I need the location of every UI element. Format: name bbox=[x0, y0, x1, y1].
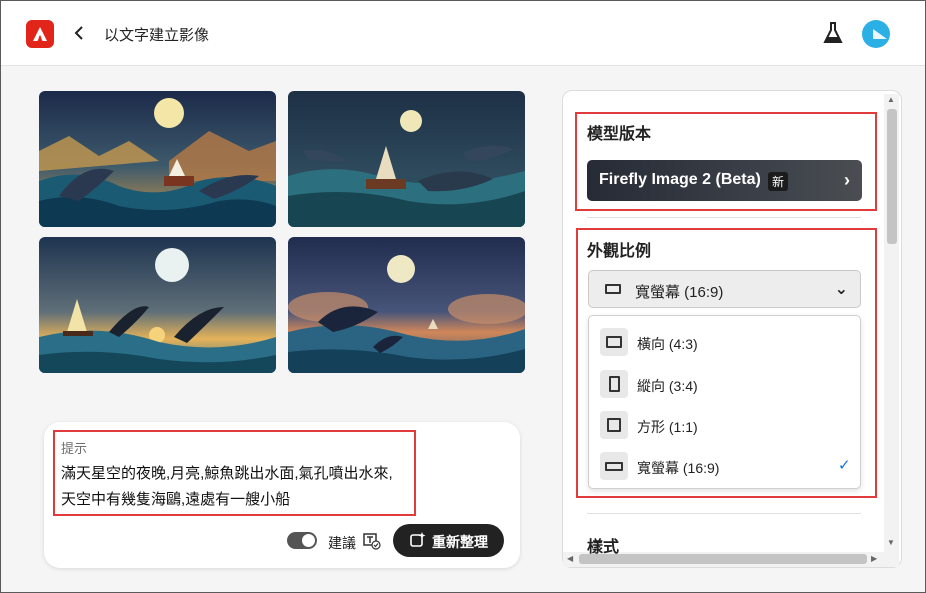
horizontal-scroll-thumb[interactable] bbox=[579, 554, 867, 564]
flask-icon[interactable] bbox=[823, 21, 843, 45]
aspect-option-label: 橫向 (4:3) bbox=[637, 336, 698, 352]
vertical-scroll-thumb[interactable] bbox=[887, 109, 897, 244]
landscape-ratio-icon bbox=[600, 328, 628, 356]
suggestion-label: 建議 bbox=[328, 535, 356, 551]
aspect-option-label: 寬螢幕 (16:9) bbox=[637, 460, 720, 476]
section-divider bbox=[587, 513, 861, 514]
text-suggest-icon[interactable] bbox=[363, 532, 381, 550]
scroll-left-arrow-icon[interactable]: ◀ bbox=[567, 554, 573, 563]
new-badge: 新 bbox=[768, 172, 789, 191]
prompt-label: 提示 bbox=[61, 441, 88, 456]
generated-image-3[interactable] bbox=[39, 237, 276, 373]
aspect-ratio-menu: 橫向 (4:3) 縱向 (3:4) 方形 (1:1) 寬螢幕 (16:9) ✓ bbox=[588, 315, 861, 489]
prompt-line-2: 天空中有幾隻海鷗,遠處有一艘小船 bbox=[61, 491, 291, 508]
widescreen-ratio-icon bbox=[600, 452, 628, 480]
suggestion-toggle[interactable] bbox=[287, 532, 317, 549]
model-name: Firefly Image 2 (Beta) bbox=[599, 171, 761, 188]
aspect-option-square[interactable]: 方形 (1:1) bbox=[589, 405, 860, 445]
scroll-down-arrow-icon[interactable]: ▼ bbox=[887, 538, 895, 547]
refresh-button[interactable]: 重新整理 bbox=[393, 524, 504, 557]
aspect-option-landscape[interactable]: 橫向 (4:3) bbox=[589, 322, 860, 362]
app-header: 以文字建立影像 bbox=[1, 1, 925, 66]
aspect-option-label: 方形 (1:1) bbox=[637, 419, 698, 435]
model-version-title: 模型版本 bbox=[587, 126, 652, 143]
page-title: 以文字建立影像 bbox=[104, 27, 210, 44]
widescreen-ratio-icon bbox=[605, 284, 621, 294]
aspect-option-widescreen[interactable]: 寬螢幕 (16:9) ✓ bbox=[589, 446, 860, 486]
scroll-up-arrow-icon[interactable]: ▲ bbox=[887, 95, 895, 104]
refresh-sparkle-icon bbox=[410, 532, 426, 547]
model-version-button[interactable]: Firefly Image 2 (Beta) 新 › bbox=[587, 160, 862, 201]
checkmark-icon: ✓ bbox=[838, 457, 851, 474]
chevron-down-icon: ⌄ bbox=[834, 281, 848, 298]
generated-image-2[interactable] bbox=[288, 91, 525, 227]
generated-image-1[interactable] bbox=[39, 91, 276, 227]
aspect-ratio-selected: 寬螢幕 (16:9) bbox=[635, 284, 724, 301]
refresh-button-label: 重新整理 bbox=[432, 534, 488, 550]
aspect-option-portrait[interactable]: 縱向 (3:4) bbox=[589, 364, 860, 404]
chevron-right-icon: › bbox=[844, 170, 850, 190]
chevron-left-icon[interactable] bbox=[73, 24, 85, 42]
style-title: 樣式 bbox=[587, 539, 620, 556]
scroll-right-arrow-icon[interactable]: ▶ bbox=[871, 554, 877, 563]
aspect-option-label: 縱向 (3:4) bbox=[637, 378, 698, 394]
square-ratio-icon bbox=[600, 411, 628, 439]
aspect-ratio-select[interactable]: 寬螢幕 (16:9) ⌄ bbox=[588, 270, 861, 308]
aspect-ratio-title: 外觀比例 bbox=[587, 243, 652, 260]
generated-image-4[interactable] bbox=[288, 237, 525, 373]
section-divider bbox=[587, 217, 861, 218]
portrait-ratio-icon bbox=[600, 370, 628, 398]
prompt-line-1: 滿天星空的夜晚,月亮,鯨魚跳出水面,氣孔噴出水來, bbox=[61, 465, 393, 482]
user-avatar[interactable] bbox=[862, 20, 890, 48]
adobe-logo-icon[interactable] bbox=[26, 20, 54, 48]
prompt-input[interactable]: 滿天星空的夜晚,月亮,鯨魚跳出水面,氣孔噴出水來, 天空中有幾隻海鷗,遠處有一艘… bbox=[61, 461, 411, 513]
